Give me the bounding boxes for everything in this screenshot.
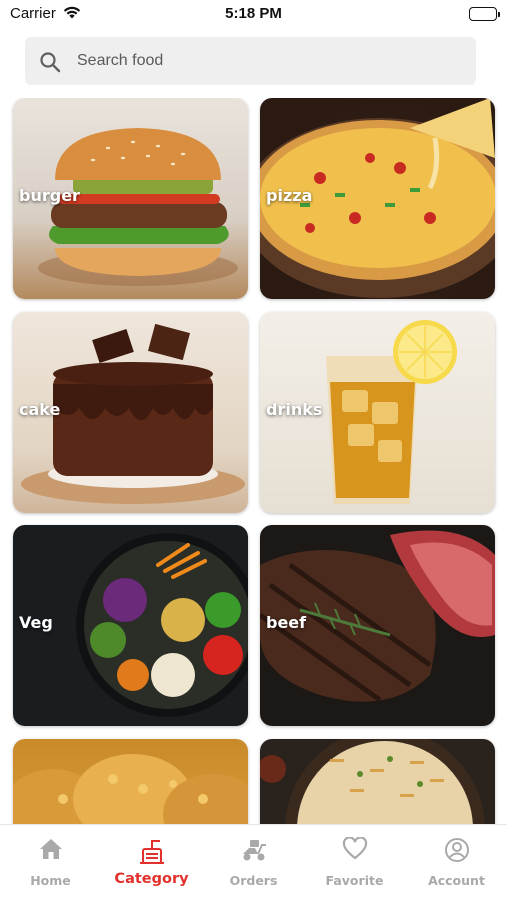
category-card-beef[interactable]: beef [260, 525, 495, 726]
tab-label: Favorite [325, 873, 384, 888]
tab-orders[interactable]: Orders [203, 825, 304, 900]
status-bar: Carrier 5:18 PM [0, 0, 507, 30]
account-icon [444, 837, 470, 868]
delivery-icon [240, 837, 268, 868]
clock: 5:18 PM [225, 5, 282, 22]
tab-label: Category [114, 871, 189, 887]
tab-home[interactable]: Home [0, 825, 101, 900]
heart-icon [342, 836, 368, 866]
category-icon [137, 837, 167, 872]
fried-chicken-image [13, 739, 248, 824]
bottom-tab-bar: Home Category Orders Favorite Account [0, 824, 507, 900]
battery-icon [469, 7, 500, 21]
tab-label: Orders [229, 873, 278, 888]
category-card-veg[interactable]: Veg [13, 525, 248, 726]
tab-label: Home [30, 873, 71, 888]
category-label: drinks [266, 400, 323, 419]
search-icon [39, 51, 61, 78]
category-card-cake[interactable]: cake [13, 312, 248, 513]
category-grid: burger pizza cake drinks Veg beef [0, 98, 507, 824]
tab-favorite[interactable]: Favorite [304, 825, 405, 900]
category-label: pizza [266, 186, 313, 205]
category-card-biryani[interactable] [260, 739, 495, 824]
biryani-image [260, 739, 495, 824]
tab-account[interactable]: Account [406, 825, 507, 900]
category-label: burger [19, 186, 80, 205]
category-label: beef [266, 613, 307, 632]
category-card-fried-chicken[interactable] [13, 739, 248, 824]
tab-label: Account [428, 873, 485, 888]
category-card-pizza[interactable]: pizza [260, 98, 495, 299]
category-label: Veg [19, 613, 53, 632]
search-input[interactable] [77, 37, 457, 85]
tab-category[interactable]: Category [101, 825, 202, 900]
category-card-drinks[interactable]: drinks [260, 312, 495, 513]
category-card-burger[interactable]: burger [13, 98, 248, 299]
home-icon [38, 837, 64, 866]
search-bar[interactable] [25, 37, 476, 85]
category-label: cake [19, 400, 61, 419]
